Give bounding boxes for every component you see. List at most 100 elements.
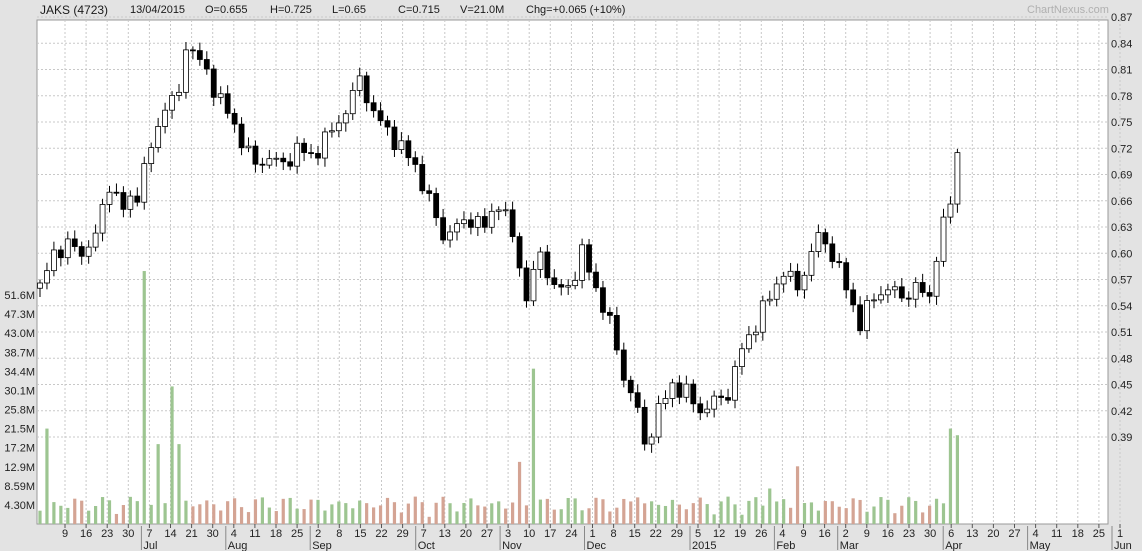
- volume-bar: [531, 368, 536, 524]
- volume-bar: [497, 501, 501, 524]
- volume-bar: [87, 510, 91, 524]
- date-tick-label: 22: [650, 528, 662, 540]
- date-axis: 9 16 23 30 7 14 21 30 4 11 18 25 2 8 15 22 29 7 13 20 27 3 10 1…: [62, 524, 1132, 551]
- price-tick-label: 0.75: [1111, 117, 1132, 129]
- volume-bar: [677, 504, 681, 524]
- volume-bar: [351, 508, 355, 524]
- volume-tick-label: 12.9M: [4, 462, 35, 474]
- candle: [183, 41, 189, 99]
- volume-bar: [177, 444, 181, 524]
- volume-tick-label: 38.7M: [4, 347, 35, 359]
- volume-tick-label: 25.8M: [4, 405, 35, 417]
- volume-bar: [233, 498, 237, 524]
- volume-bar: [511, 502, 515, 524]
- price-tick-label: 0.69: [1111, 170, 1132, 182]
- volume-bar: [330, 504, 334, 524]
- volume-bar: [288, 497, 292, 524]
- volume-bar: [691, 503, 695, 524]
- volume-bar: [434, 502, 438, 524]
- volume-bar: [253, 499, 258, 524]
- volume-bar: [844, 508, 848, 524]
- volume-tick-label: 47.3M: [4, 309, 35, 321]
- volume-bar: [608, 511, 612, 524]
- date-tick-label: 22: [375, 528, 387, 540]
- volume-bar: [782, 499, 786, 524]
- volume-tick-label: 30.1M: [4, 385, 35, 397]
- volume-bar: [733, 504, 737, 524]
- volume-bar: [100, 497, 105, 524]
- price-tick-label: 0.57: [1111, 275, 1132, 287]
- date-tick-label: 17: [544, 528, 556, 540]
- volume-bar: [399, 512, 403, 524]
- volume-bar: [483, 506, 487, 524]
- volume-bar: [66, 507, 70, 524]
- price-tick-label: 0.84: [1111, 38, 1132, 50]
- volume-bar: [886, 499, 890, 524]
- volume-bar: [893, 513, 897, 524]
- volume-tick-label: 51.6M: [4, 290, 35, 302]
- volume-bar: [524, 505, 529, 524]
- volume-bar: [295, 508, 299, 524]
- month-label: Jun: [1114, 540, 1132, 551]
- volume-bar: [538, 499, 542, 524]
- date-tick-label: 9: [800, 528, 806, 540]
- date-tick-label: 30: [924, 528, 936, 540]
- volume-tick-label: 8.59M: [4, 481, 35, 493]
- volume-tick-label: 34.4M: [4, 366, 35, 378]
- month-label: May: [1030, 540, 1051, 551]
- date-tick-label: 1: [589, 528, 595, 540]
- candle: [141, 156, 148, 210]
- volume-bar: [823, 501, 827, 524]
- volume-bar: [663, 505, 668, 524]
- volume-bar: [629, 501, 633, 524]
- volume-bar: [107, 500, 112, 524]
- volume-bar: [260, 497, 264, 524]
- volume-tick-label: 17.2M: [4, 443, 35, 455]
- month-label: Mar: [840, 540, 859, 551]
- price-axis: 0.87 0.84 0.81 0.78 0.75 0.72 0.69 0.66 0.63 0.60…: [1111, 12, 1132, 444]
- volume-bar: [934, 498, 939, 524]
- date-tick-label: 20: [987, 528, 999, 540]
- month-label: Dec: [587, 540, 607, 551]
- date-tick-label: 26: [755, 528, 767, 540]
- volume-bar: [302, 509, 306, 524]
- volume-bar: [684, 509, 688, 524]
- volume-bar: [580, 510, 584, 524]
- volume-bar: [246, 512, 251, 524]
- price-tick-label: 0.87: [1111, 12, 1132, 24]
- price-tick-label: 0.54: [1111, 301, 1132, 313]
- date-tick-label: 12: [713, 528, 725, 540]
- volume-bar: [768, 488, 772, 524]
- date-tick-label: 25: [1093, 528, 1105, 540]
- volume-bar: [205, 500, 209, 524]
- volume-bar: [955, 435, 959, 524]
- volume-bar: [795, 466, 800, 524]
- volume-bar: [59, 505, 63, 524]
- volume-bar: [941, 503, 946, 524]
- volume-bar: [358, 500, 362, 524]
- price-tick-label: 0.39: [1111, 432, 1132, 444]
- date-tick-label: 6: [948, 528, 954, 540]
- volume-bar: [156, 444, 160, 524]
- volume-bar: [476, 505, 480, 524]
- volume-bar: [281, 498, 285, 524]
- price-tick-label: 0.42: [1111, 406, 1132, 418]
- volume-bar: [385, 497, 390, 524]
- date-tick-label: 19: [734, 528, 746, 540]
- price-tick-label: 0.66: [1111, 196, 1132, 208]
- volume-bar: [191, 506, 195, 524]
- volume-bar: [872, 506, 876, 524]
- volume-bar: [615, 507, 619, 524]
- volume-bar: [802, 503, 807, 524]
- volume-bar: [413, 496, 417, 524]
- volume-bar: [712, 514, 716, 524]
- volume-bar: [149, 504, 153, 524]
- volume-bar: [754, 497, 758, 524]
- date-tick-label: 18: [1072, 528, 1084, 540]
- volume-bar: [705, 504, 709, 524]
- date-tick-label: 23: [101, 528, 113, 540]
- volume-bar: [816, 510, 820, 524]
- volume-bar: [337, 501, 341, 524]
- volume-bar: [879, 497, 883, 524]
- volume-bar: [858, 499, 862, 524]
